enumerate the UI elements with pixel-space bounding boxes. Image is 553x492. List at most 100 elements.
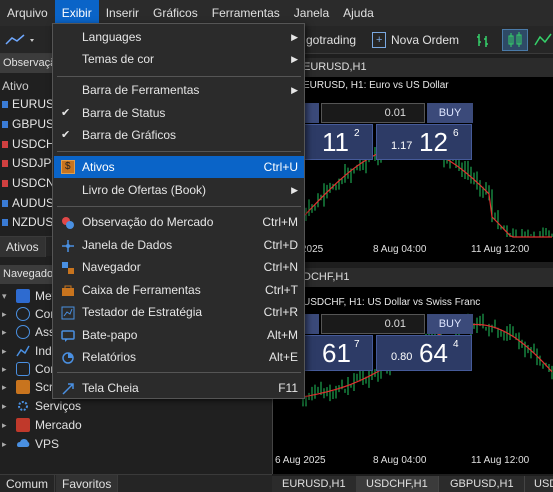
chart-tab[interactable]: GBPUSD,H1 bbox=[440, 476, 525, 492]
algo-trading-button[interactable]: gotrading bbox=[306, 29, 356, 51]
menu-arquivo[interactable]: Arquivo bbox=[0, 0, 55, 26]
buy-button[interactable]: BUY bbox=[427, 103, 473, 123]
menu-item-shortcut: Ctrl+T bbox=[265, 283, 298, 297]
symbols-icon: $ bbox=[61, 160, 75, 174]
x-axis-label: 6 Aug 2025 bbox=[275, 455, 326, 466]
buy-button[interactable]: BUY bbox=[427, 314, 473, 334]
menu-item-shortcut: Alt+M bbox=[266, 328, 298, 342]
expand-icon[interactable]: ▸ bbox=[2, 360, 7, 378]
volume-value: 0.01 bbox=[384, 318, 406, 330]
navigator-tabs: Comum Favoritos bbox=[0, 474, 272, 492]
chart-window-usdchf[interactable]: DCHF,H1 USDCHF, H1: US Dollar vs Swiss F… bbox=[272, 268, 553, 474]
menu-separator bbox=[57, 151, 301, 152]
buy-price-big: 64 bbox=[419, 338, 448, 368]
buy-price-big: 12 bbox=[419, 127, 448, 157]
navigator-item[interactable]: ▸ Mercado bbox=[0, 416, 272, 434]
chart-info-label: USDCHF, H1: US Dollar vs Swiss Franc bbox=[303, 297, 481, 308]
expand-icon[interactable]: ▸ bbox=[2, 323, 7, 341]
buy-price-small: 0.80 bbox=[391, 351, 413, 363]
navigator-item-label: Ind bbox=[35, 344, 52, 358]
menu-item-languages[interactable]: Languages ▶ bbox=[54, 26, 304, 48]
menu-item-reports[interactable]: Relatórios Alt+E bbox=[54, 346, 304, 368]
sell-price-big: 61 bbox=[322, 338, 351, 368]
submenu-arrow-icon: ▶ bbox=[291, 54, 298, 64]
checkmark-icon: ✔ bbox=[61, 129, 71, 141]
chart-area[interactable]: EURUSD, H1: Euro vs US Dollar 0.01 BUY 7… bbox=[273, 77, 553, 262]
navigator-item-label: Serviços bbox=[35, 399, 82, 413]
buy-price-sup: 6 bbox=[453, 128, 459, 139]
reports-icon bbox=[61, 350, 75, 364]
menu-item-market-watch[interactable]: Observação do Mercado Ctrl+M bbox=[54, 211, 304, 233]
fullscreen-icon bbox=[61, 381, 75, 395]
chart-window-eurusd[interactable]: EURUSD,H1 EURUSD, H1: Euro vs US Dollar … bbox=[272, 58, 553, 262]
services-icon bbox=[16, 399, 30, 413]
expand-icon[interactable]: ▸ bbox=[2, 435, 7, 453]
chart-area[interactable]: USDCHF, H1: US Dollar vs Swiss Franc 0.0… bbox=[273, 287, 553, 474]
navigator-item-label: VPS bbox=[35, 437, 60, 451]
sell-price-sup: 7 bbox=[354, 339, 360, 350]
navigator-icon bbox=[61, 260, 75, 274]
menu-ajuda[interactable]: Ajuda bbox=[336, 0, 381, 26]
menu-item-color-themes[interactable]: Temas de cor ▶ bbox=[54, 48, 304, 70]
x-axis-label: 8 Aug 04:00 bbox=[373, 244, 427, 255]
vps-icon bbox=[16, 437, 30, 451]
tab-comum[interactable]: Comum bbox=[0, 475, 56, 492]
chart-tab[interactable]: EURUSD,H1 bbox=[272, 476, 357, 492]
expand-icon[interactable]: ▸ bbox=[2, 378, 7, 396]
navigator-title: Navegador bbox=[0, 265, 60, 284]
expand-icon[interactable]: ▸ bbox=[2, 416, 7, 434]
tab-ativos[interactable]: Ativos bbox=[0, 237, 46, 257]
menu-item-label: Caixa de Ferramentas bbox=[82, 283, 201, 297]
menu-item-label: Barra de Status bbox=[82, 106, 166, 120]
navigator-item[interactable]: ▸ Serviços bbox=[0, 397, 272, 415]
new-order-button[interactable]: + Nova Ordem bbox=[372, 29, 459, 51]
menu-item-shortcut: F11 bbox=[278, 381, 298, 395]
line-chart-icon[interactable] bbox=[534, 29, 552, 51]
buy-price-box[interactable]: 0.80 64 4 bbox=[376, 335, 472, 371]
line-chart-tool-icon[interactable] bbox=[4, 29, 38, 51]
market-icon bbox=[16, 418, 30, 432]
buy-price-box[interactable]: 1.17 12 6 bbox=[376, 124, 472, 160]
buy-price-sup: 4 bbox=[453, 339, 459, 350]
sell-price-sup: 2 bbox=[354, 128, 360, 139]
menu-item-full-screen[interactable]: Tela Cheia F11 bbox=[54, 377, 304, 399]
column-ativo[interactable]: Ativo bbox=[2, 77, 29, 96]
menu-item-symbols[interactable]: $ Ativos Ctrl+U bbox=[54, 156, 304, 178]
buy-price-small: 1.17 bbox=[391, 140, 413, 152]
menu-item-chat[interactable]: Bate-papo Alt+M bbox=[54, 324, 304, 346]
navigator-item[interactable]: ▸ VPS bbox=[0, 435, 272, 453]
menu-item-navigator[interactable]: Navegador Ctrl+N bbox=[54, 256, 304, 278]
submenu-arrow-icon: ▶ bbox=[291, 185, 298, 195]
chart-tab[interactable]: USDCHF,H1 bbox=[356, 476, 439, 492]
chart-tab[interactable]: USDJ bbox=[524, 476, 553, 492]
bar-chart-button[interactable] bbox=[472, 29, 494, 51]
menu-item-data-window[interactable]: Janela de Dados Ctrl+D bbox=[54, 234, 304, 256]
menu-separator bbox=[57, 76, 301, 77]
volume-input[interactable]: 0.01 bbox=[321, 103, 425, 123]
view-menu-dropdown: Languages ▶ Temas de cor ▶ Barra de Ferr… bbox=[52, 23, 305, 399]
menu-item-label: Relatórios bbox=[82, 350, 137, 364]
menu-item-strategy-tester[interactable]: Testador de Estratégia Ctrl+R bbox=[54, 301, 304, 323]
expand-icon[interactable]: ▸ bbox=[2, 305, 7, 323]
x-axis-label: 8 Aug 04:00 bbox=[373, 455, 427, 466]
collapse-icon[interactable]: ▾ bbox=[2, 287, 7, 305]
menu-item-toolbars[interactable]: Barra de Ferramentas ▶ bbox=[54, 79, 304, 101]
expand-icon[interactable]: ▸ bbox=[2, 342, 7, 360]
accounts-icon bbox=[16, 307, 30, 321]
menu-item-charts-bar[interactable]: ✔ Barra de Gráficos bbox=[54, 124, 304, 146]
volume-input[interactable]: 0.01 bbox=[321, 314, 425, 334]
menu-item-label: Livro de Ofertas (Book) bbox=[82, 183, 207, 197]
checkmark-icon: ✔ bbox=[61, 107, 71, 119]
symbol-direction-icon bbox=[2, 180, 8, 187]
experts-icon bbox=[16, 362, 30, 376]
menu-item-shortcut: Ctrl+N bbox=[263, 260, 298, 274]
menu-item-toolbox[interactable]: Caixa de Ferramentas Ctrl+T bbox=[54, 279, 304, 301]
volume-value: 0.01 bbox=[384, 107, 406, 119]
menu-item-status-bar[interactable]: ✔ Barra de Status bbox=[54, 102, 304, 124]
tab-favoritos[interactable]: Favoritos bbox=[56, 475, 119, 492]
menu-item-depth-of-market[interactable]: Livro de Ofertas (Book) ▶ bbox=[54, 179, 304, 201]
bar-chart-icon bbox=[477, 34, 488, 47]
candlestick-button[interactable] bbox=[502, 29, 528, 51]
expand-icon[interactable]: ▸ bbox=[2, 397, 7, 415]
symbol-direction-icon bbox=[2, 219, 8, 226]
